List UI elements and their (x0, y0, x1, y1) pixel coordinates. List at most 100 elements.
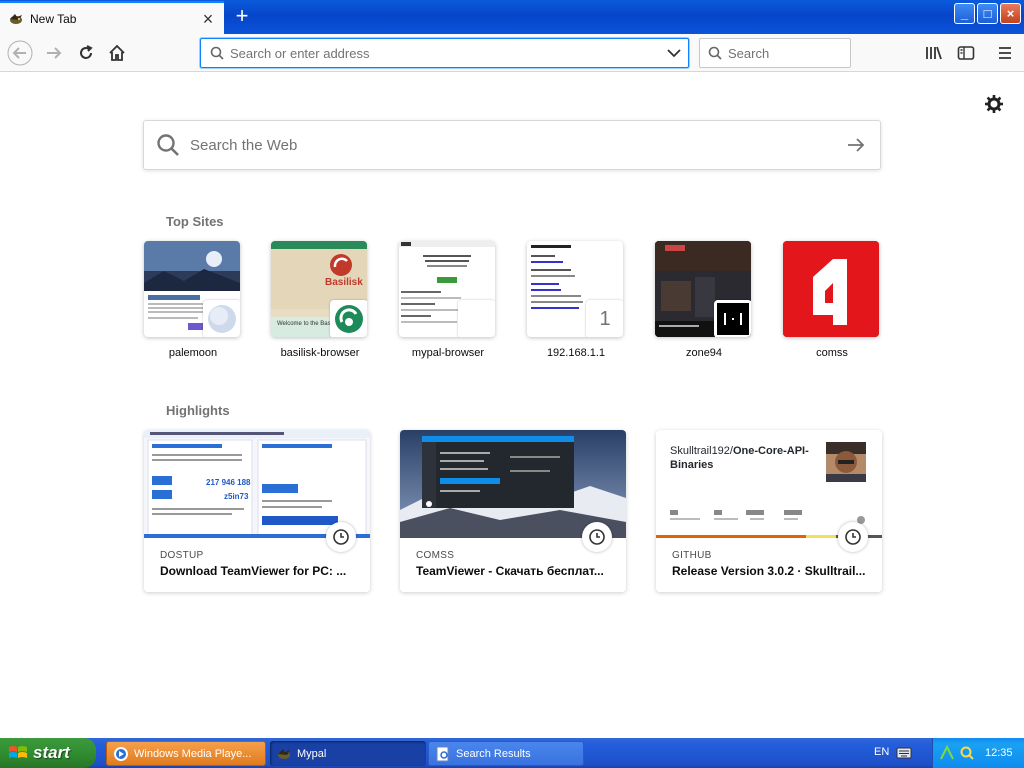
site-favicon-badge: 1 (586, 300, 623, 337)
highlight-source: GITHUB (672, 550, 712, 561)
mypal-favicon-icon (10, 13, 22, 24)
search-tray-icon[interactable] (959, 745, 975, 761)
library-button[interactable] (920, 39, 948, 67)
home-button[interactable] (103, 39, 131, 67)
highlights-heading: Highlights (166, 403, 230, 418)
search-bar[interactable] (699, 38, 851, 68)
top-site-comss[interactable]: comss (783, 241, 881, 359)
site-thumbnail (655, 241, 751, 337)
top-sites-heading: Top Sites (166, 214, 224, 229)
top-site-zone94[interactable]: zone94 (655, 241, 753, 359)
taskbar-item-label: Mypal (297, 747, 327, 760)
mypal-icon (278, 748, 290, 759)
search-input[interactable] (728, 45, 838, 61)
network-icon[interactable] (939, 745, 955, 761)
highlight-title: TeamViewer - Скачать бесплат... (416, 564, 604, 578)
new-tab-button[interactable]: + (230, 5, 254, 29)
history-clock-icon (582, 522, 612, 552)
media-player-icon (114, 746, 128, 761)
highlight-card-dostup[interactable]: 217 946 188 z5in73 DOSTUP Download TeamV… (144, 430, 370, 592)
new-tab-page: Top Sites palemoon (0, 72, 1024, 738)
github-repo-owner: Skulltrail192/ (670, 445, 733, 457)
windows-flag-icon (9, 746, 27, 758)
history-clock-icon (326, 522, 356, 552)
site-label: comss (816, 347, 848, 359)
basilisk-logo-icon (335, 305, 363, 333)
tab-close-icon[interactable]: × (200, 10, 216, 28)
library-icon (926, 46, 942, 60)
forward-button[interactable] (40, 39, 68, 67)
github-repo-name: Skulltrail192/One-Core-API-Binaries (670, 444, 820, 472)
site-thumbnail (783, 241, 879, 337)
tab-strip: New Tab × + _ □ × (0, 0, 1024, 34)
site-label: basilisk-browser (280, 347, 360, 359)
nav-toolbar (0, 34, 1024, 72)
tab-title: New Tab (30, 11, 77, 26)
forward-arrow-icon (47, 47, 62, 59)
language-indicator[interactable]: EN (874, 746, 889, 758)
site-thumbnail (144, 241, 240, 337)
minimize-icon: _ (960, 6, 969, 21)
windows-taskbar: start Windows Media Playe... Mypal Searc… (0, 738, 1024, 768)
site-thumbnail: Basilisk Welcome to the Basilisk (271, 241, 367, 337)
site-label: 192.168.1.1 (546, 347, 606, 359)
search-icon (708, 46, 722, 60)
minimize-button[interactable]: _ (954, 3, 975, 24)
home-icon (109, 44, 125, 61)
sidebar-icon (957, 46, 975, 60)
tab-new-tab[interactable]: New Tab × (0, 1, 224, 34)
top-site-basilisk-browser[interactable]: Basilisk Welcome to the Basilisk basilis… (271, 241, 369, 359)
reload-icon (80, 45, 93, 59)
site-favicon-badge (330, 300, 367, 337)
back-button[interactable] (6, 39, 34, 67)
system-tray: 12:35 (932, 738, 1024, 768)
site-label: palemoon (168, 347, 218, 359)
site-thumbnail: 1 (527, 241, 623, 337)
sidebar-button[interactable] (952, 39, 980, 67)
highlight-card-comss[interactable]: COMSS TeamViewer - Скачать бесплат... (400, 430, 626, 592)
taskbar-item-mypal[interactable]: Mypal (270, 741, 426, 766)
github-avatar-icon (826, 442, 866, 482)
comss-logo-icon (783, 241, 879, 337)
taskbar-item-search-results[interactable]: Search Results (428, 741, 584, 766)
highlight-source: DOSTUP (160, 550, 204, 561)
menu-button[interactable] (991, 39, 1019, 67)
close-icon: × (1006, 6, 1015, 21)
taskbar-item-media-player[interactable]: Windows Media Playe... (106, 741, 266, 766)
url-dropdown-button[interactable] (660, 39, 688, 67)
site-label: mypal-browser (411, 347, 485, 359)
gear-icon[interactable] (984, 94, 1004, 114)
keyboard-icon[interactable] (896, 746, 912, 760)
url-bar[interactable] (200, 38, 689, 68)
palemoon-logo-icon (208, 305, 236, 333)
site-favicon-badge (458, 300, 495, 337)
top-site-mypal-browser[interactable]: mypal-browser (399, 241, 497, 359)
basilisk-thumb-title: Basilisk (325, 277, 363, 288)
window-controls: _ □ × (954, 3, 1021, 24)
history-clock-icon (838, 522, 868, 552)
top-site-palemoon[interactable]: palemoon (144, 241, 242, 359)
start-label: start (33, 743, 70, 762)
highlight-source: COMSS (416, 550, 455, 561)
web-search-submit-button[interactable] (832, 121, 880, 169)
web-search-input[interactable] (190, 136, 832, 154)
taskbar-item-label: Search Results (456, 747, 531, 760)
close-window-button[interactable]: × (1000, 3, 1021, 24)
back-arrow-icon (7, 40, 33, 66)
chevron-down-icon (667, 49, 681, 58)
preview-id-number: 217 946 188 (206, 478, 251, 487)
preview-password: z5in73 (224, 492, 249, 501)
maximize-button[interactable]: □ (977, 3, 998, 24)
web-search-box[interactable] (143, 120, 881, 170)
hamburger-menu-icon (999, 47, 1011, 59)
taskbar-item-label: Windows Media Playe... (134, 747, 252, 760)
highlight-title: Download TeamViewer for PC: ... (160, 564, 347, 578)
search-icon (210, 46, 224, 60)
clock[interactable]: 12:35 (985, 747, 1013, 759)
start-button[interactable]: start (0, 738, 96, 768)
top-site-router[interactable]: 1 192.168.1.1 (527, 241, 625, 359)
reload-button[interactable] (72, 39, 100, 67)
highlight-card-github[interactable]: Skulltrail192/One-Core-API-Binaries GITH… (656, 430, 882, 592)
maximize-icon: □ (983, 6, 992, 21)
url-input[interactable] (230, 45, 660, 61)
